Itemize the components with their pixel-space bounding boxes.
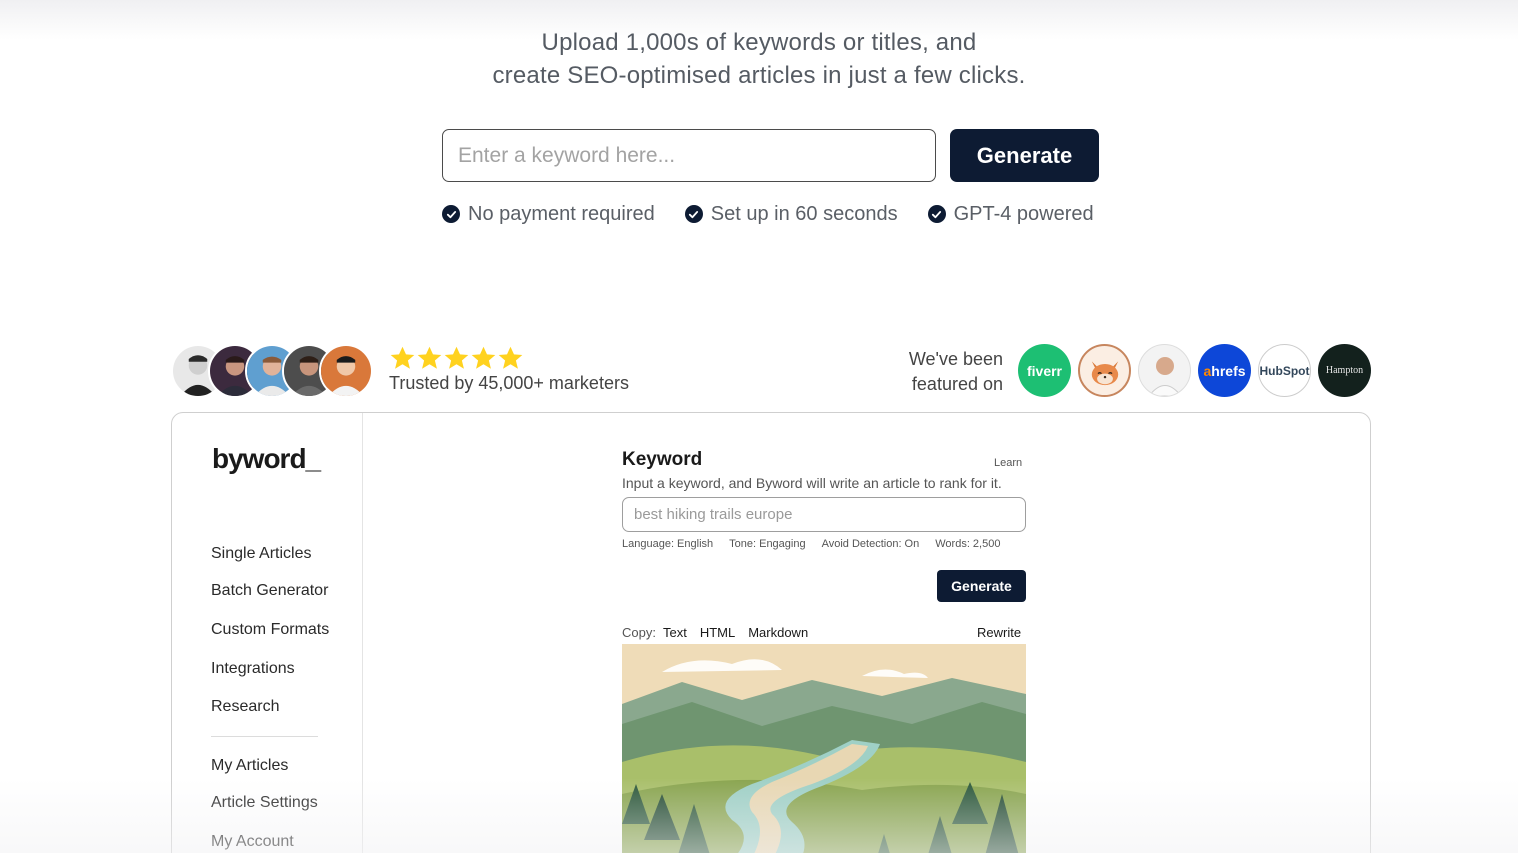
- sidebar-item-my-account[interactable]: My Account: [211, 833, 294, 851]
- app-keyword-input[interactable]: [622, 497, 1026, 532]
- check-item: No payment required: [442, 203, 655, 226]
- keyword-help-text: Input a keyword, and Byword will write a…: [622, 475, 1002, 491]
- check-item: GPT-4 powered: [927, 202, 1094, 226]
- featured-line2: featured on: [911, 374, 1003, 394]
- hero-subtitle-line2: create SEO-optimised articles in just a …: [492, 62, 1026, 89]
- hero-subtitle: Upload 1,000s of keywords or titles, and…: [0, 26, 1518, 92]
- featured-on-text: We've been featured on: [880, 347, 1003, 397]
- option-language[interactable]: Language: English: [622, 538, 713, 550]
- star-icon: [444, 346, 469, 369]
- check-circle-icon: [442, 205, 460, 223]
- check-item: Set up in 60 seconds: [684, 202, 898, 226]
- star-icon: [471, 346, 496, 369]
- hubspot-logo: HubSpot: [1258, 344, 1311, 397]
- article-options: Language: English Tone: Engaging Avoid D…: [622, 538, 1000, 550]
- option-avoid-detection[interactable]: Avoid Detection: On: [822, 538, 920, 550]
- sidebar-item-integrations[interactable]: Integrations: [211, 660, 295, 678]
- hampton-logo: Hampton: [1318, 344, 1371, 397]
- user-avatars: [171, 344, 375, 398]
- sidebar-item-single-articles[interactable]: Single Articles: [211, 545, 312, 563]
- star-icon: [498, 346, 523, 369]
- keyword-label: Keyword: [622, 449, 703, 470]
- fiverr-logo-text: fiverr: [1026, 362, 1063, 379]
- copy-html-button[interactable]: HTML: [700, 625, 735, 640]
- app-preview: byword_ Single Articles Batch Generator …: [171, 412, 1371, 853]
- ahrefs-logo-a: a: [1203, 362, 1212, 379]
- app-generate-button[interactable]: Generate: [937, 570, 1026, 602]
- copy-label: Copy:: [622, 625, 656, 640]
- check-label: Set up in 60 seconds: [710, 202, 898, 225]
- learn-link[interactable]: Learn: [994, 457, 1022, 469]
- star-icon: [417, 346, 442, 369]
- fiverr-logo: fiverr: [1018, 344, 1071, 397]
- sidebar-item-batch-generator[interactable]: Batch Generator: [211, 582, 328, 600]
- copy-markdown-button[interactable]: Markdown: [748, 625, 808, 640]
- sidebar-item-article-settings[interactable]: Article Settings: [211, 794, 318, 812]
- hubspot-logo-text: HubSpot: [1259, 363, 1310, 378]
- person-portrait-icon: [1147, 356, 1182, 396]
- rewrite-button[interactable]: Rewrite: [977, 625, 1021, 640]
- hero-subtitle-line1: Upload 1,000s of keywords or titles, and: [541, 29, 977, 56]
- rating-stars: [389, 345, 524, 372]
- brand-logo: byword_: [212, 443, 321, 474]
- sidebar-item-my-articles[interactable]: My Articles: [211, 757, 288, 775]
- ahrefs-logo-rest: hrefs: [1211, 362, 1246, 379]
- keyword-input[interactable]: [442, 129, 936, 182]
- check-circle-icon: [927, 205, 946, 223]
- option-words[interactable]: Words: 2,500: [935, 538, 1000, 550]
- check-label: No payment required: [468, 202, 655, 225]
- article-hero-image: [622, 644, 1026, 853]
- person-logo: [1138, 344, 1191, 397]
- cat-face-icon: [1091, 360, 1118, 385]
- copy-text-button[interactable]: Text: [663, 625, 687, 640]
- ahrefs-logo: a hrefs: [1198, 344, 1251, 397]
- option-tone[interactable]: Tone: Engaging: [729, 538, 805, 550]
- cat-logo: [1078, 344, 1131, 397]
- copy-row: Copy: Text HTML Markdown: [622, 625, 821, 640]
- sidebar-item-research[interactable]: Research: [211, 698, 279, 716]
- star-icon: [390, 346, 415, 369]
- featured-line1: We've been: [908, 349, 1003, 369]
- generate-button[interactable]: Generate: [950, 129, 1099, 182]
- sidebar-item-custom-formats[interactable]: Custom Formats: [211, 621, 329, 639]
- feature-checks: No payment required Set up in 60 seconds…: [442, 201, 1094, 227]
- check-circle-icon: [684, 205, 703, 223]
- check-label: GPT-4 powered: [953, 202, 1094, 225]
- sidebar: byword_ Single Articles Batch Generator …: [172, 413, 363, 853]
- hampton-logo-text: Hampton: [1325, 365, 1364, 376]
- avatar: [319, 344, 373, 398]
- sidebar-divider: [211, 736, 318, 737]
- trusted-text: Trusted by 45,000+ marketers: [389, 373, 629, 393]
